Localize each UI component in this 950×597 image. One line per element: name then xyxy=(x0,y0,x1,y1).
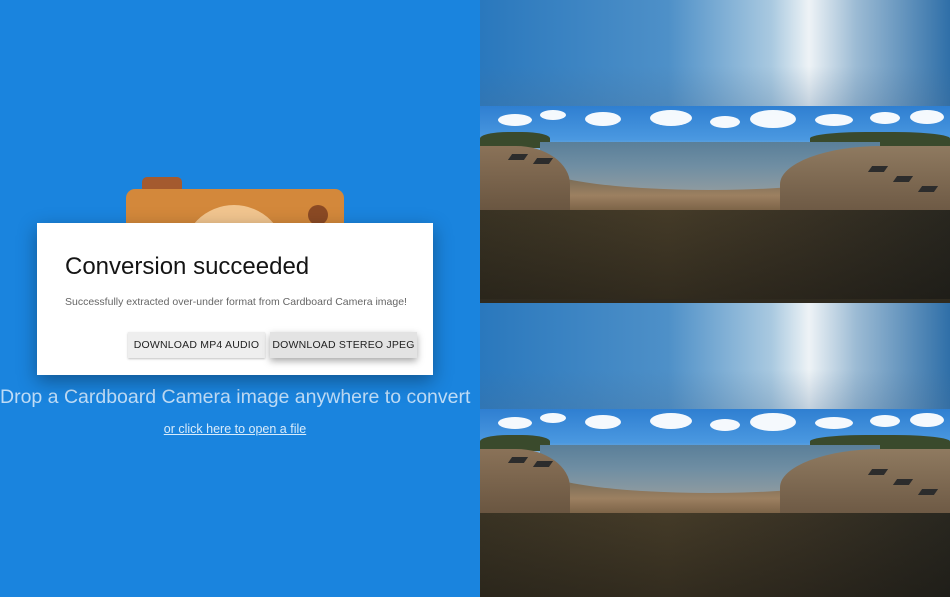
stereo-preview xyxy=(480,0,950,597)
drop-zone[interactable]: Drop a Cardboard Camera image anywhere t… xyxy=(0,0,480,597)
dialog-title: Conversion succeeded xyxy=(65,253,310,280)
panorama-strip xyxy=(480,106,950,210)
drop-prompt: Drop a Cardboard Camera image anywhere t… xyxy=(0,386,471,408)
open-file-link[interactable]: or click here to open a file xyxy=(0,422,470,436)
success-dialog: Conversion succeeded Successfully extrac… xyxy=(37,223,433,375)
download-stereo-jpeg-button[interactable]: DOWNLOAD STEREO JPEG xyxy=(270,332,417,358)
dialog-message: Successfully extracted over-under format… xyxy=(65,296,407,308)
preview-top-eye xyxy=(480,0,950,299)
download-mp4-audio-button[interactable]: DOWNLOAD MP4 AUDIO xyxy=(128,332,265,358)
preview-bottom-eye xyxy=(480,303,950,597)
panorama-strip xyxy=(480,409,950,513)
